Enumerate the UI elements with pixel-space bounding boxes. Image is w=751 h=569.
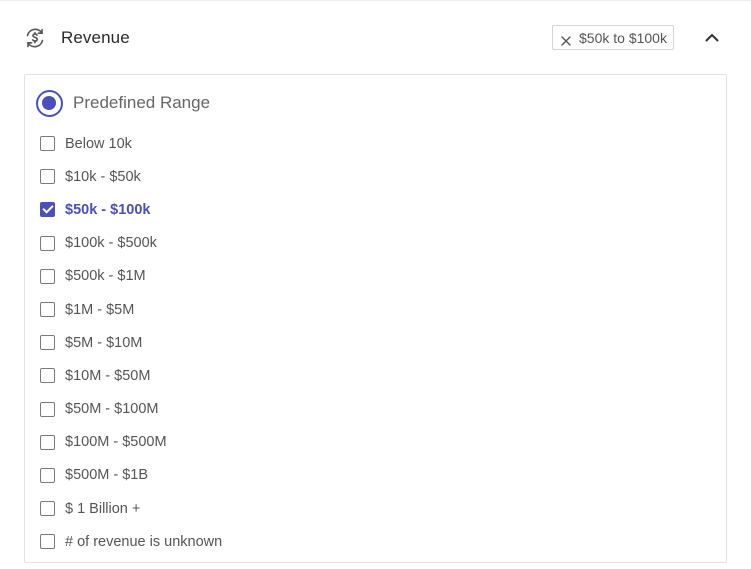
range-option-checkbox[interactable] bbox=[40, 467, 55, 483]
range-option-label: $1M - $5M bbox=[65, 301, 135, 318]
range-option-label: $10k - $50k bbox=[65, 168, 141, 185]
filter-header[interactable]: Revenue $50k to $100k bbox=[0, 1, 751, 73]
range-option[interactable]: $5M - $10M bbox=[40, 326, 700, 359]
chip-label: $50k to $100k bbox=[579, 29, 667, 46]
filter-title: Revenue bbox=[61, 28, 130, 47]
range-option[interactable]: $ 1 Billion + bbox=[40, 492, 700, 525]
range-option-checkbox[interactable] bbox=[40, 335, 55, 351]
range-option-checkbox[interactable] bbox=[40, 501, 55, 517]
range-option[interactable]: $50M - $100M bbox=[40, 393, 700, 426]
collapse-button[interactable] bbox=[701, 27, 723, 49]
range-option-label: Below 10k bbox=[65, 135, 132, 152]
range-option-label: $10M - $50M bbox=[65, 367, 151, 384]
range-option[interactable]: $100k - $500k bbox=[40, 227, 700, 260]
range-option[interactable]: $500k - $1M bbox=[40, 260, 700, 293]
predefined-range-label: Predefined Range bbox=[73, 93, 211, 112]
range-option[interactable]: $1M - $5M bbox=[40, 293, 700, 326]
active-filter-chip[interactable]: $50k to $100k bbox=[552, 25, 674, 50]
range-option-label: $50k - $100k bbox=[65, 201, 151, 218]
range-options-box: Predefined Range Below 10k $10k - $50k $50… bbox=[24, 74, 727, 563]
predefined-range-radio-row[interactable]: Predefined Range bbox=[36, 89, 210, 117]
revenue-filter-panel: Revenue $50k to $100k Predefined Range B… bbox=[0, 0, 751, 569]
chevron-up-icon bbox=[705, 29, 719, 47]
range-option-checkbox[interactable] bbox=[40, 268, 55, 284]
range-option-label: $500k - $1M bbox=[65, 268, 146, 285]
range-option-list: Below 10k $10k - $50k $50k - $100k $100k - … bbox=[40, 127, 700, 558]
range-option-checkbox[interactable] bbox=[40, 302, 55, 318]
range-option-checkbox[interactable] bbox=[40, 169, 55, 185]
close-icon[interactable] bbox=[561, 33, 571, 46]
range-option-label: $100M - $500M bbox=[65, 434, 167, 451]
range-option-checkbox[interactable] bbox=[40, 401, 55, 417]
revenue-refresh-dollar-icon bbox=[23, 26, 47, 50]
range-option-label: $5M - $10M bbox=[65, 334, 143, 351]
range-option[interactable]: $10k - $50k bbox=[40, 160, 700, 193]
range-option[interactable]: $500M - $1B bbox=[40, 459, 700, 492]
range-option-label: # of revenue is unknown bbox=[65, 533, 223, 550]
range-option-checkbox[interactable] bbox=[40, 534, 55, 550]
range-option-checkbox[interactable] bbox=[40, 434, 55, 450]
range-option[interactable]: $10M - $50M bbox=[40, 359, 700, 392]
range-option[interactable]: Below 10k bbox=[40, 127, 700, 160]
range-option-label: $50M - $100M bbox=[65, 401, 159, 418]
range-option-checkbox[interactable] bbox=[40, 235, 55, 251]
predefined-range-radio[interactable] bbox=[36, 89, 63, 117]
range-option[interactable]: $100M - $500M bbox=[40, 426, 700, 459]
range-option[interactable]: $50k - $100k bbox=[40, 193, 700, 226]
range-option[interactable]: # of revenue is unknown bbox=[40, 525, 700, 558]
range-option-checkbox[interactable] bbox=[40, 136, 55, 152]
range-option-checkbox[interactable] bbox=[40, 202, 55, 218]
range-option-checkbox[interactable] bbox=[40, 368, 55, 384]
range-option-label: $500M - $1B bbox=[65, 467, 149, 484]
range-option-label: $ 1 Billion + bbox=[65, 500, 141, 517]
range-option-label: $100k - $500k bbox=[65, 235, 157, 252]
